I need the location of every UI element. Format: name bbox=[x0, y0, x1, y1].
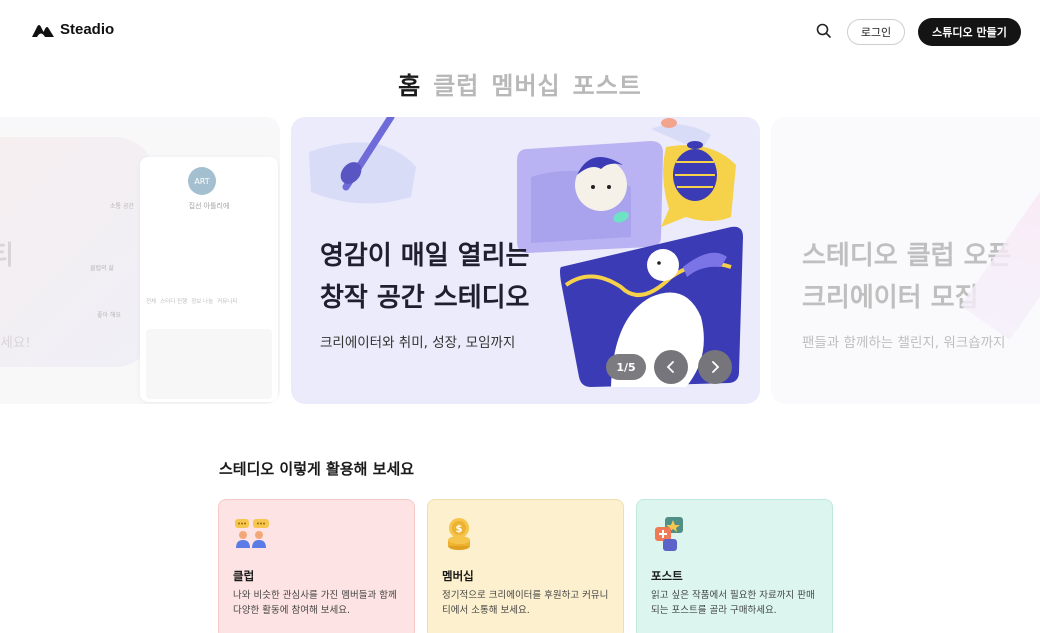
preview-tab: 커뮤니티 bbox=[217, 299, 238, 305]
hero-carousel: 티 보세요! ART 집선 아틀리에 전체 스터디 진행 정보 나눔 커뮤니티 … bbox=[0, 117, 1040, 404]
carousel-slide-next[interactable]: 스테디오 클럽 오픈 크리에이터 모집 팬들과 함께하는 챌린지, 워크숍까지 bbox=[771, 117, 1040, 404]
preview-tab: 전체 bbox=[146, 299, 157, 305]
coin-icon: $ bbox=[448, 518, 470, 550]
card-title: 멤버십 bbox=[442, 569, 474, 583]
tab-membership[interactable]: 멤버십 bbox=[491, 66, 560, 101]
preview-post bbox=[146, 329, 272, 399]
carousel-slide-current[interactable]: 영감이 매일 열리는 창작 공간 스테디오 크리에이터와 취미, 성장, 모임까… bbox=[291, 117, 760, 404]
top-navigation-bar: Steadio 로그인 스튜디오 만들기 bbox=[0, 0, 1040, 62]
logo-text: Steadio bbox=[60, 21, 115, 38]
main-tabs: 홈 클럽 멤버십 포스트 bbox=[0, 66, 1040, 101]
preview-tab: 스터디 진행 bbox=[160, 299, 188, 305]
chevron-right-icon bbox=[712, 361, 720, 373]
section-title: 스테디오 이렇게 활용해 보세요 bbox=[219, 460, 415, 478]
chevron-left-icon bbox=[666, 361, 674, 373]
tab-home[interactable]: 홈 bbox=[398, 66, 421, 101]
tab-club[interactable]: 클럽 bbox=[433, 66, 479, 101]
login-button[interactable]: 로그인 bbox=[847, 19, 905, 45]
slide-subtitle: 크리에이터와 취미, 성장, 모임까지 bbox=[320, 335, 516, 351]
chat-bubbles-icon bbox=[655, 517, 683, 551]
create-studio-button[interactable]: 스튜디오 만들기 bbox=[918, 18, 1021, 46]
search-icon[interactable] bbox=[815, 22, 833, 40]
card-description: 나와 비슷한 관심사를 가진 멤버들과 함께 다양한 활동에 참여해 보세요. bbox=[233, 590, 397, 616]
carousel-prev-button[interactable] bbox=[654, 350, 688, 384]
slide-subtitle: 팬들과 함께하는 챌린지, 워크숍까지 bbox=[802, 335, 1006, 351]
people-icon bbox=[235, 519, 269, 548]
feature-card-membership[interactable]: $ 멤버십 정기적으로 크리에이터를 후원하고 커뮤니티에서 소통해 보세요. bbox=[427, 499, 624, 633]
slide-title-line: 영감이 매일 열리는 bbox=[320, 241, 530, 271]
card-title: 클럽 bbox=[233, 569, 255, 583]
app-preview-card: ART 집선 아틀리에 전체 스터디 진행 정보 나눔 커뮤니티 bbox=[140, 157, 278, 402]
card-title: 포스트 bbox=[651, 569, 683, 583]
preview-name: 집선 아틀리에 bbox=[188, 202, 230, 210]
card-description: 읽고 싶은 작품에서 필요한 자료까지 판매되는 포스트를 골라 구매하세요. bbox=[651, 590, 815, 616]
feature-card-club[interactable]: 클럽 나와 비슷한 관심사를 가진 멤버들과 함께 다양한 활동에 참여해 보세… bbox=[218, 499, 415, 633]
preview-label: 좋아 해요 bbox=[97, 312, 121, 319]
feature-card-post[interactable]: 포스트 읽고 싶은 작품에서 필요한 자료까지 판매되는 포스트를 골라 구매하… bbox=[636, 499, 833, 633]
card-description: 정기적으로 크리에이터를 후원하고 커뮤니티에서 소통해 보세요. bbox=[442, 590, 609, 616]
slide-title-line: 창작 공간 스테디오 bbox=[320, 283, 530, 313]
preview-avatar: ART bbox=[188, 167, 216, 195]
svg-text:$: $ bbox=[456, 524, 463, 535]
steadio-logo[interactable]: Steadio bbox=[32, 21, 114, 38]
carousel-slide-previous[interactable]: 티 보세요! ART 집선 아틀리에 전체 스터디 진행 정보 나눔 커뮤니티 … bbox=[0, 117, 280, 404]
preview-tab-row: 전체 스터디 진행 정보 나눔 커뮤니티 bbox=[146, 297, 272, 311]
slide-illustration-blob bbox=[0, 137, 155, 367]
preview-label: 클럽의 삶 bbox=[90, 265, 114, 272]
tab-post[interactable]: 포스트 bbox=[573, 66, 642, 101]
preview-tab: 정보 나눔 bbox=[191, 299, 214, 305]
logo-mark-icon bbox=[32, 24, 54, 37]
slide-title: 영감이 매일 열리는 창작 공간 스테디오 bbox=[320, 235, 529, 319]
carousel-counter: 1/5 bbox=[606, 354, 646, 380]
carousel-next-button[interactable] bbox=[698, 350, 732, 384]
slide-title-line: 스테디오 클럽 오픈 bbox=[802, 241, 1012, 271]
preview-label: 소통 공간 bbox=[110, 203, 134, 210]
